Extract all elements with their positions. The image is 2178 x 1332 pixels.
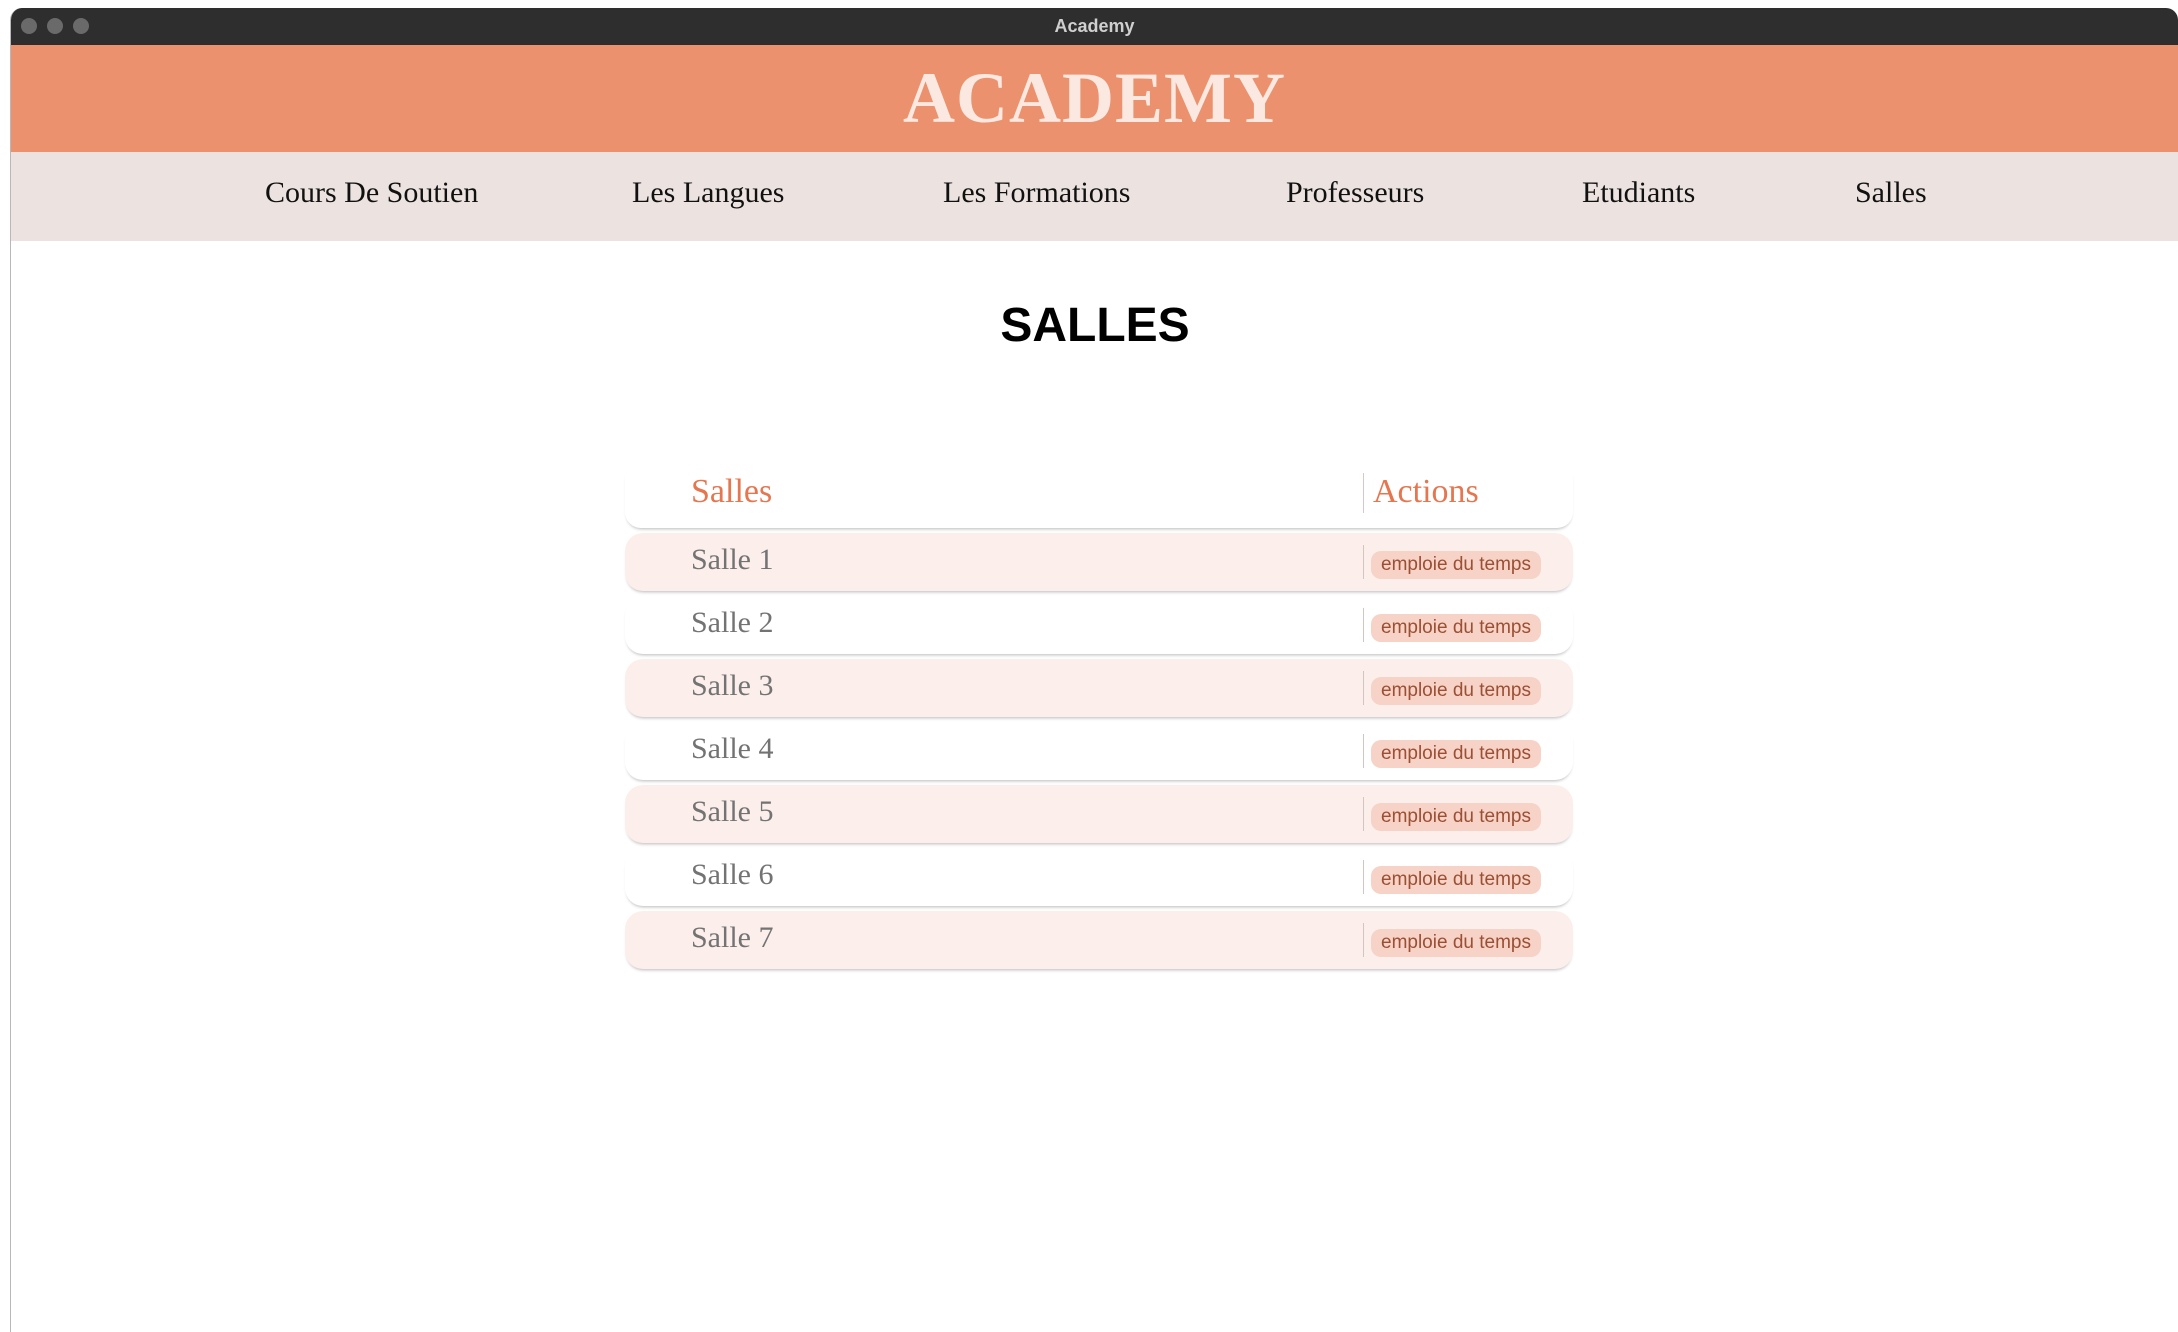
emploi-du-temps-button[interactable]: emploie du temps <box>1371 740 1541 768</box>
emploi-du-temps-button[interactable]: emploie du temps <box>1371 614 1541 642</box>
salle-name: Salle 6 <box>691 858 774 891</box>
title-bar: Academy <box>11 8 2178 45</box>
salle-name: Salle 2 <box>691 606 774 639</box>
nav-item-etudiants[interactable]: Etudiants <box>1582 176 1695 210</box>
emploi-du-temps-button[interactable]: emploie du temps <box>1371 929 1541 957</box>
brand-header: ACADEMY <box>11 45 2178 152</box>
column-header-actions: Actions <box>1373 473 1479 510</box>
table-header: Salles Actions <box>625 463 1573 528</box>
column-divider <box>1363 860 1364 894</box>
close-window-button[interactable] <box>21 18 37 34</box>
brand-logo-text[interactable]: ACADEMY <box>903 57 1286 140</box>
nav-item-cours-de-soutien[interactable]: Cours De Soutien <box>265 176 478 210</box>
page-title: SALLES <box>1000 299 1190 352</box>
column-divider <box>1363 473 1364 513</box>
nav-item-les-formations[interactable]: Les Formations <box>943 176 1131 210</box>
app-window: Academy ACADEMY Cours De Soutien Les Lan… <box>10 8 2178 1332</box>
main-nav: Cours De Soutien Les Langues Les Formati… <box>11 152 2178 241</box>
salle-name: Salle 3 <box>691 669 774 702</box>
emploi-du-temps-button[interactable]: emploie du temps <box>1371 551 1541 579</box>
column-divider <box>1363 545 1364 579</box>
table-row: Salle 4 emploie du temps <box>625 722 1573 780</box>
column-divider <box>1363 671 1364 705</box>
salle-name: Salle 4 <box>691 732 774 765</box>
table-row: Salle 7 emploie du temps <box>625 911 1573 969</box>
table-row: Salle 6 emploie du temps <box>625 848 1573 906</box>
emploi-du-temps-button[interactable]: emploie du temps <box>1371 677 1541 705</box>
nav-item-salles[interactable]: Salles <box>1855 176 1927 210</box>
table-row: Salle 1 emploie du temps <box>625 533 1573 591</box>
emploi-du-temps-button[interactable]: emploie du temps <box>1371 803 1541 831</box>
salle-name: Salle 7 <box>691 921 774 954</box>
column-divider <box>1363 608 1364 642</box>
salle-name: Salle 1 <box>691 543 774 576</box>
minimize-window-button[interactable] <box>47 18 63 34</box>
column-header-salles: Salles <box>691 473 773 510</box>
column-divider <box>1363 734 1364 768</box>
salle-name: Salle 5 <box>691 795 774 828</box>
window-title: Academy <box>1054 16 1135 36</box>
window-controls <box>21 18 89 34</box>
table-row: Salle 5 emploie du temps <box>625 785 1573 843</box>
column-divider <box>1363 797 1364 831</box>
table-row: Salle 3 emploie du temps <box>625 659 1573 717</box>
column-divider <box>1363 923 1364 957</box>
salles-table: Salles Actions Salle 1 emploie du temps … <box>625 463 1573 969</box>
table-row: Salle 2 emploie du temps <box>625 596 1573 654</box>
maximize-window-button[interactable] <box>73 18 89 34</box>
emploi-du-temps-button[interactable]: emploie du temps <box>1371 866 1541 894</box>
nav-item-professeurs[interactable]: Professeurs <box>1286 176 1424 210</box>
nav-item-les-langues[interactable]: Les Langues <box>632 176 784 210</box>
